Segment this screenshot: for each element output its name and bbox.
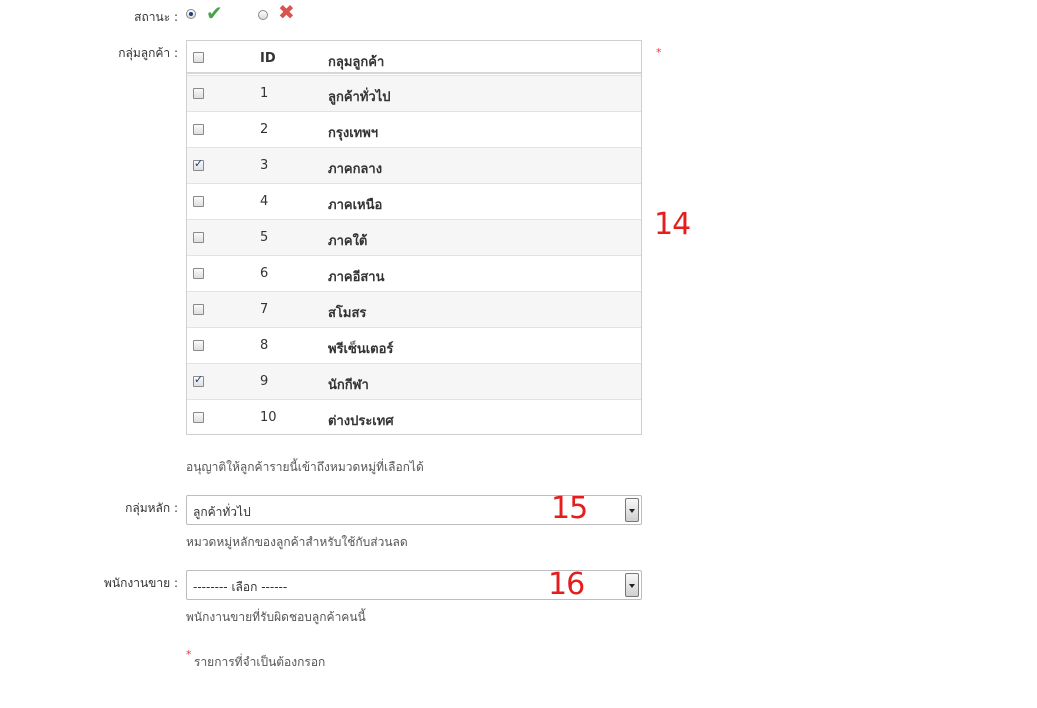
row-id: 10	[260, 410, 277, 425]
row-checkbox[interactable]	[193, 373, 204, 387]
row-name: ลูกค้าทั่วไป	[328, 90, 391, 105]
chevron-down-icon[interactable]	[625, 498, 639, 522]
row-id: 6	[260, 266, 269, 281]
annotation-14: 14	[654, 207, 691, 242]
table-row[interactable]: 9 นักกีฬา	[187, 363, 641, 399]
row-id: 4	[260, 194, 269, 209]
main-group-help: หมวดหมู่หลักของลูกค้าสำหรับใช้กับส่วนลด	[186, 535, 408, 549]
row-checkbox[interactable]	[193, 196, 204, 207]
row-name: พรีเซ็นเตอร์	[328, 342, 394, 357]
customer-group-table: ID กลุมลูกค้า 1 ลูกค้าทั่วไป 2 กรุงเทพฯ 3 ภาค…	[186, 40, 642, 435]
required-star: *	[656, 46, 662, 59]
row-name: ภาคใต้	[328, 234, 368, 249]
row-id: 5	[260, 230, 269, 245]
main-group-value: ลูกค้าทั่วไป	[193, 505, 251, 519]
column-header-name[interactable]: กลุมลูกค้า	[328, 51, 384, 72]
table-row[interactable]: 1 ลูกค้าทั่วไป	[187, 75, 641, 111]
row-checkbox[interactable]	[193, 232, 204, 243]
table-header: ID กลุมลูกค้า	[187, 41, 641, 74]
annotation-15: 15	[551, 491, 588, 526]
sales-staff-value: -------- เลือก ------	[193, 580, 288, 594]
table-row[interactable]: 8 พรีเซ็นเตอร์	[187, 327, 641, 363]
required-note: รายการที่จำเป็นต้องกรอก	[194, 655, 326, 669]
row-id: 2	[260, 122, 269, 137]
row-checkbox[interactable]	[193, 412, 204, 423]
row-name: ภาคอีสาน	[328, 270, 385, 285]
row-checkbox[interactable]	[193, 304, 204, 315]
row-id: 1	[260, 86, 269, 101]
row-id: 3	[260, 158, 269, 173]
required-note-star: *	[186, 648, 192, 661]
row-id: 9	[260, 374, 269, 389]
row-id: 7	[260, 302, 269, 317]
row-id: 8	[260, 338, 269, 353]
status-active-radio[interactable]	[186, 9, 196, 19]
customer-group-label: กลุ่มลูกค้า :	[118, 46, 178, 60]
status-label: สถานะ :	[134, 10, 178, 24]
select-all-checkbox[interactable]	[193, 52, 204, 63]
annotation-16: 16	[548, 567, 585, 602]
row-name: นักกีฬา	[328, 378, 369, 393]
row-name: สโมสร	[328, 306, 367, 321]
row-checkbox[interactable]	[193, 124, 204, 135]
row-name: ภาคเหนือ	[328, 198, 383, 213]
customer-group-help: อนุญาติให้ลูกค้ารายนี้เข้าถึงหมวดหมู่ที่…	[186, 460, 424, 474]
chevron-down-icon[interactable]	[625, 573, 639, 597]
row-checkbox[interactable]	[193, 157, 204, 171]
row-name: ภาคกลาง	[328, 162, 383, 177]
row-checkbox[interactable]	[193, 268, 204, 279]
main-group-label: กลุ่มหลัก :	[125, 501, 178, 515]
table-row[interactable]: 10 ต่างประเทศ	[187, 399, 641, 435]
table-row[interactable]: 2 กรุงเทพฯ	[187, 111, 641, 147]
table-row[interactable]: 3 ภาคกลาง	[187, 147, 641, 183]
row-checkbox[interactable]	[193, 88, 204, 99]
sales-staff-help: พนักงานขายที่รับผิดชอบลูกค้าคนนี้	[186, 610, 366, 624]
row-name: ต่างประเทศ	[328, 414, 394, 429]
cross-icon: ✖	[278, 0, 295, 24]
table-row[interactable]: 6 ภาคอีสาน	[187, 255, 641, 291]
table-row[interactable]: 7 สโมสร	[187, 291, 641, 327]
status-inactive-radio[interactable]	[258, 10, 268, 20]
column-header-id[interactable]: ID	[260, 51, 276, 66]
row-name: กรุงเทพฯ	[328, 126, 379, 141]
check-icon: ✔	[206, 1, 223, 25]
sales-staff-label: พนักงานขาย :	[103, 576, 178, 590]
row-checkbox[interactable]	[193, 340, 204, 351]
table-row[interactable]: 4 ภาคเหนือ	[187, 183, 641, 219]
table-row[interactable]: 5 ภาคใต้	[187, 219, 641, 255]
